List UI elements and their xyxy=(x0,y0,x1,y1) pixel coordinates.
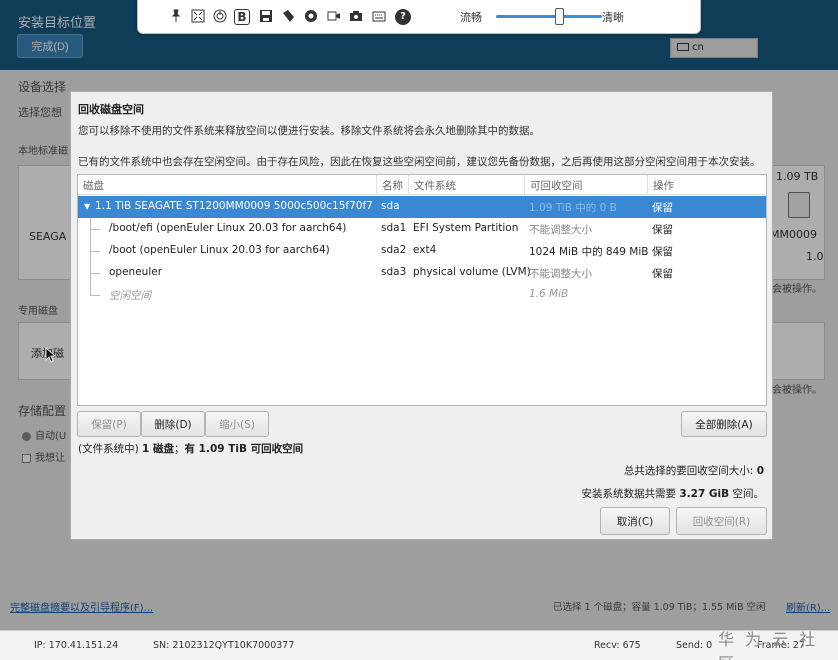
column-header-fs[interactable]: 文件系统 xyxy=(409,175,525,195)
row-name: sda1 xyxy=(381,222,407,234)
mouse-cursor-icon xyxy=(45,347,57,363)
install-needs: 安装系统数据共需要 3.27 GiB 空间。 xyxy=(581,488,764,500)
row-disk: 1.1 TiB SEAGATE ST1200MM0009 5000c500c15… xyxy=(95,200,373,212)
fit-screen-icon[interactable] xyxy=(190,9,206,25)
reclaim-summary: (文件系统中) 1 磁盘；有 1.09 TiB 可回收空间 xyxy=(78,441,303,456)
keyboard-icon[interactable] xyxy=(371,9,387,25)
row-reclaimable: 1024 MiB 中的 849 MiB xyxy=(529,246,649,258)
power-icon[interactable] xyxy=(212,9,228,25)
table-row[interactable]: /boot/efi (openEuler Linux 20.03 for aar… xyxy=(78,218,766,240)
delete-button[interactable]: 删除(D) xyxy=(141,411,205,437)
row-reclaimable: 不能调整大小 xyxy=(529,268,592,280)
delete-all-button[interactable]: 全部删除(A) xyxy=(681,411,767,437)
shrink-button[interactable]: 缩小(S) xyxy=(205,411,269,437)
row-fs: EFI System Partition xyxy=(413,222,519,234)
quality-clear-label: 清晰 xyxy=(602,11,624,24)
reclaim-space-dialog: 回收磁盘空间 您可以移除不使用的文件系统来释放空间以便进行安装。移除文件系统将会… xyxy=(70,91,773,540)
table-row[interactable]: openeuler sda3 physical volume (LVM) 不能调… xyxy=(78,262,766,284)
remote-toolbar: B ? 流畅 清晰 xyxy=(137,0,701,34)
quality-slider-knob[interactable] xyxy=(555,8,565,25)
quality-smooth-label: 流畅 xyxy=(460,11,482,24)
disk-table: 磁盘 名称 文件系统 可回收空间 操作 ▼ 1.1 TiB SEAGATE ST… xyxy=(77,174,767,406)
row-disk: /boot (openEuler Linux 20.03 for aarch64… xyxy=(109,244,330,256)
cancel-button[interactable]: 取消(C) xyxy=(600,507,670,535)
dialog-title: 回收磁盘空间 xyxy=(78,103,144,116)
row-reclaimable: 1.09 TiB 中的 0 B xyxy=(529,202,617,214)
column-header-reclaimable[interactable]: 可回收空间 xyxy=(525,175,648,195)
row-action[interactable]: 保留 xyxy=(652,200,673,215)
status-bar: IP: 170.41.151.24 SN: 2102312QYT10K70003… xyxy=(0,630,838,660)
pin-icon[interactable] xyxy=(168,9,184,25)
keep-button[interactable]: 保留(P) xyxy=(77,411,141,437)
total-selected: 总共选择的要回收空间大小: 0 xyxy=(623,465,764,477)
record-icon[interactable] xyxy=(303,9,319,25)
tree-line xyxy=(90,251,100,252)
camera-icon[interactable] xyxy=(348,9,364,25)
send-count: Send: 0 xyxy=(676,640,713,651)
dialog-warning: 已有的文件系统中也会存在空闲空间。由于存在风险，因此在恢复这些空闲空间前，建议您… xyxy=(78,156,761,168)
floppy-icon[interactable] xyxy=(258,9,274,25)
row-fs: ext4 xyxy=(413,244,437,256)
row-reclaimable: 1.6 MiB xyxy=(529,288,569,300)
reclaim-summary-text: (文件系统中) 1 磁盘；有 1.09 TiB 可回收空间 xyxy=(78,443,304,455)
column-header-action[interactable]: 操作 xyxy=(648,175,766,195)
recv-count: Recv: 675 xyxy=(594,640,641,651)
help-icon[interactable]: ? xyxy=(395,9,411,25)
row-disk: 空闲空间 xyxy=(109,290,151,302)
row-action[interactable]: 保留 xyxy=(652,222,673,237)
column-header-name[interactable]: 名称 xyxy=(377,175,409,195)
row-fs: physical volume (LVM) xyxy=(413,266,531,278)
table-row[interactable]: /boot (openEuler Linux 20.03 for aarch64… xyxy=(78,240,766,262)
tree-line xyxy=(90,295,100,296)
column-header-disk[interactable]: 磁盘 xyxy=(78,175,377,195)
dialog-intro: 您可以移除不使用的文件系统来释放空间以便进行安装。移除文件系统将会永久地删除其中… xyxy=(78,125,540,137)
row-name: sda xyxy=(381,200,400,212)
row-reclaimable: 不能调整大小 xyxy=(529,224,592,236)
tree-line xyxy=(90,284,91,295)
row-action[interactable]: 保留 xyxy=(652,266,673,281)
b-icon[interactable]: B xyxy=(234,9,250,25)
row-disk: openeuler xyxy=(109,266,163,278)
row-action[interactable]: 保留 xyxy=(652,244,673,259)
table-row[interactable]: ▼ 1.1 TiB SEAGATE ST1200MM0009 5000c500c… xyxy=(78,196,766,218)
tree-line xyxy=(90,229,100,230)
ip-address: IP: 170.41.151.24 xyxy=(34,640,119,651)
row-name: sda3 xyxy=(381,266,407,278)
mouse-icon[interactable] xyxy=(280,9,296,25)
watermark: 华 为 云 社 区 xyxy=(718,630,819,660)
table-row[interactable]: 空闲空间 1.6 MiB xyxy=(78,284,766,306)
serial-number: SN: 2102312QYT10K7000377 xyxy=(153,640,295,651)
video-icon[interactable] xyxy=(326,9,342,25)
reclaim-button[interactable]: 回收空间(R) xyxy=(676,507,767,535)
row-name: sda2 xyxy=(381,244,407,256)
row-disk: /boot/efi (openEuler Linux 20.03 for aar… xyxy=(109,222,347,234)
tree-line xyxy=(90,273,100,274)
expander-triangle-icon[interactable]: ▼ xyxy=(84,202,90,211)
quality-slider-track[interactable] xyxy=(496,15,602,18)
